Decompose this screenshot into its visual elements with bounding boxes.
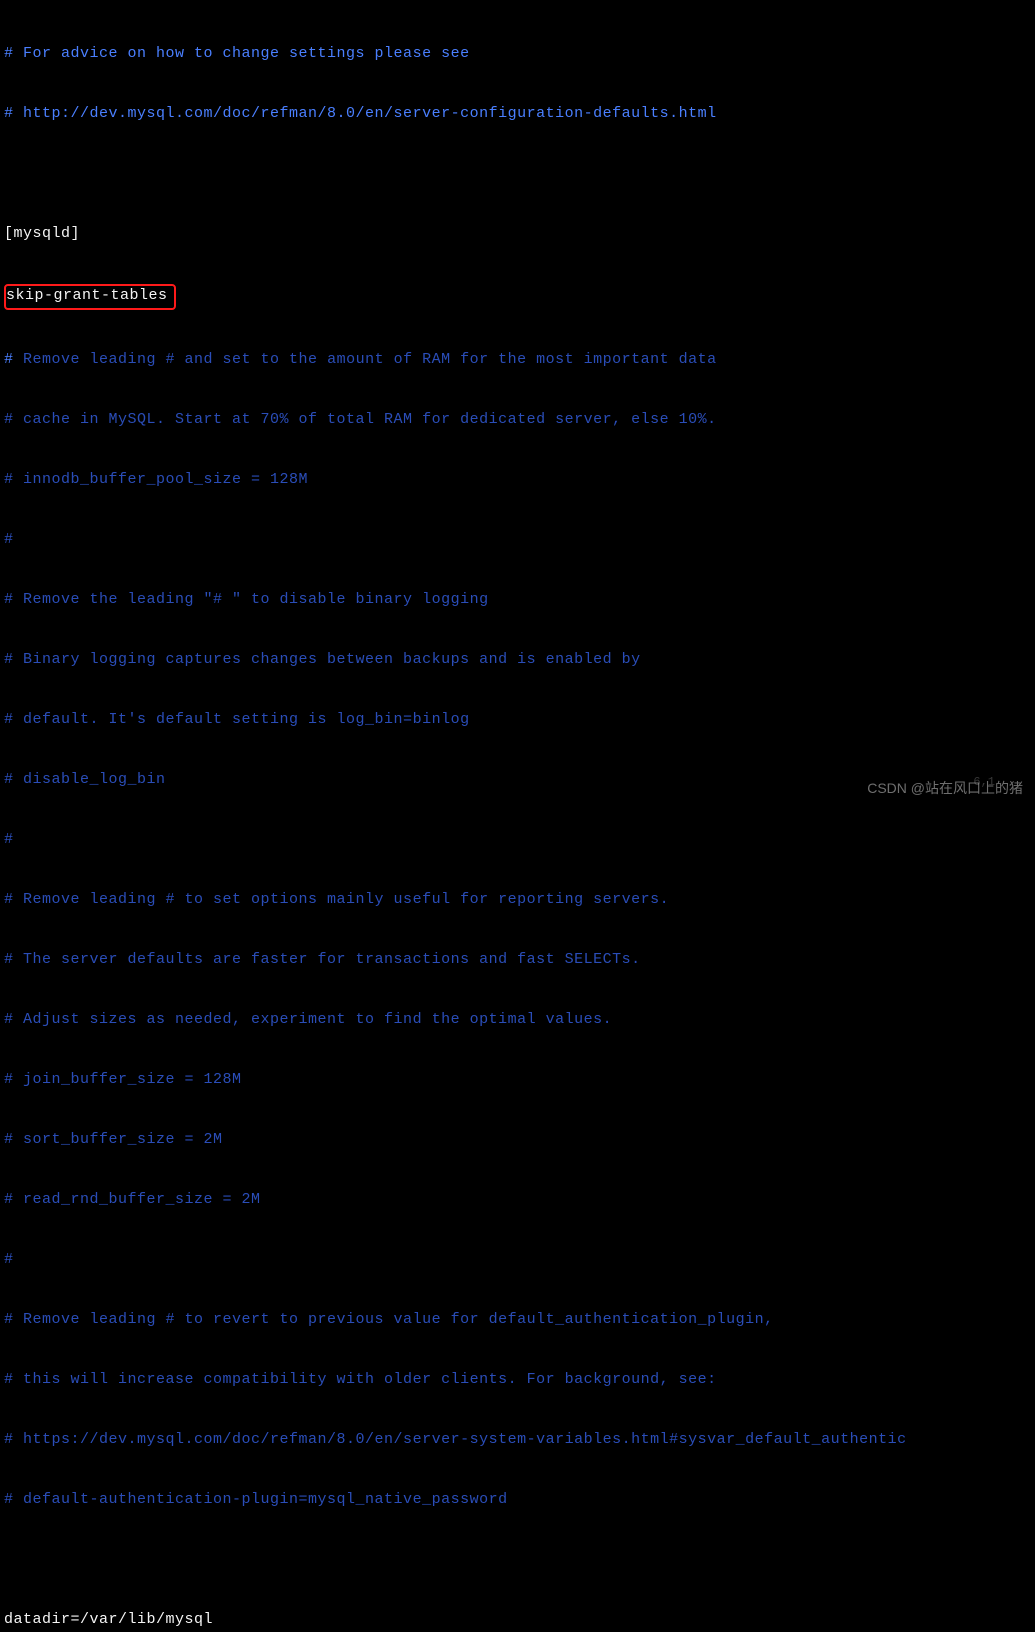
- config-line: # http://dev.mysql.com/doc/refman/8.0/en…: [4, 104, 1031, 124]
- config-line: # default. It's default setting is log_b…: [4, 710, 1031, 730]
- config-line: # read_rnd_buffer_size = 2M: [4, 1190, 1031, 1210]
- config-line: # Adjust sizes as needed, experiment to …: [4, 1010, 1031, 1030]
- config-line: # Remove leading # to set options mainly…: [4, 890, 1031, 910]
- config-line: # The server defaults are faster for tra…: [4, 950, 1031, 970]
- highlighted-config: skip-grant-tables: [4, 284, 176, 310]
- config-line: # sort_buffer_size = 2M: [4, 1130, 1031, 1150]
- config-line: # Remove leading # and set to the amount…: [4, 350, 1031, 370]
- config-line: # cache in MySQL. Start at 70% of total …: [4, 410, 1031, 430]
- config-line: # disable_log_bin: [4, 770, 1031, 790]
- config-line: skip-grant-tables: [4, 284, 1031, 310]
- config-line: datadir=/var/lib/mysql: [4, 1610, 1031, 1630]
- config-line: # join_buffer_size = 128M: [4, 1070, 1031, 1090]
- config-line: # default-authentication-plugin=mysql_na…: [4, 1490, 1031, 1510]
- config-line: # Remove leading # to revert to previous…: [4, 1310, 1031, 1330]
- blank-line: [4, 1550, 1031, 1570]
- config-line: # Remove the leading "# " to disable bin…: [4, 590, 1031, 610]
- config-line: #: [4, 1250, 1031, 1270]
- config-line: # this will increase compatibility with …: [4, 1370, 1031, 1390]
- config-line: #: [4, 530, 1031, 550]
- config-line: # For advice on how to change settings p…: [4, 44, 1031, 64]
- config-line: # innodb_buffer_pool_size = 128M: [4, 470, 1031, 490]
- vi-editor[interactable]: # For advice on how to change settings p…: [0, 0, 1035, 1632]
- blank-line: [4, 164, 1031, 184]
- cursor-position: 6,1: [973, 772, 995, 792]
- config-line: # https://dev.mysql.com/doc/refman/8.0/e…: [4, 1430, 1031, 1450]
- config-line: [mysqld]: [4, 224, 1031, 244]
- config-line: #: [4, 830, 1031, 850]
- config-line: # Binary logging captures changes betwee…: [4, 650, 1031, 670]
